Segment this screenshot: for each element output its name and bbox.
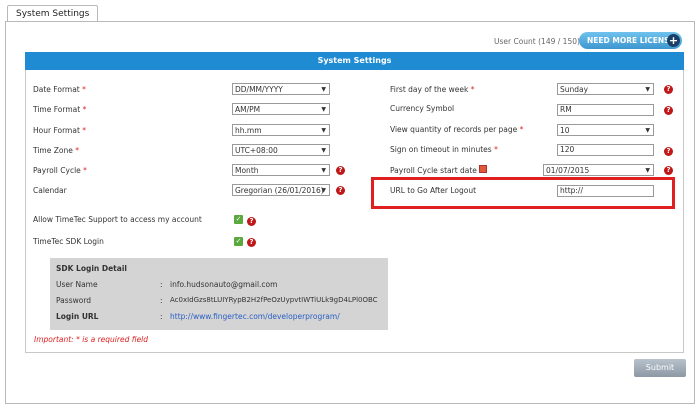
time-format-label: Time Format * xyxy=(33,105,87,114)
sdk-login-label: TimeTec SDK Login xyxy=(33,237,104,246)
currency-symbol-input[interactable]: RM xyxy=(557,104,654,116)
support-access-checkbox[interactable]: ✓ xyxy=(234,215,243,224)
hour-format-select[interactable]: hh.mm ▼ xyxy=(232,124,330,136)
tab-system-settings[interactable]: System Settings xyxy=(7,5,99,22)
chevron-down-icon: ▼ xyxy=(645,127,650,134)
chevron-down-icon: ▼ xyxy=(321,106,326,113)
help-icon[interactable]: ? xyxy=(247,217,256,226)
calendar-icon xyxy=(479,165,487,173)
help-icon[interactable]: ? xyxy=(664,85,673,94)
chevron-down-icon: ▼ xyxy=(321,147,326,154)
colon: : xyxy=(160,312,163,321)
payroll-cycle-label: Payroll Cycle * xyxy=(33,166,87,175)
colon: : xyxy=(160,280,163,289)
chevron-down-icon: ▼ xyxy=(645,86,650,93)
submit-button[interactable]: Submit xyxy=(634,359,686,377)
user-count: User Count (149 / 150) xyxy=(494,37,580,46)
panel-header: System Settings xyxy=(25,52,684,70)
records-per-page-label: View quantity of records per page * xyxy=(390,125,524,134)
timeout-label: Sign on timeout in minutes * xyxy=(390,145,498,154)
help-icon[interactable]: ? xyxy=(664,106,673,115)
sdk-url-link[interactable]: http://www.fingertec.com/developerprogra… xyxy=(170,312,340,321)
payroll-start-date-picker[interactable]: 01/07/2015 ▼ xyxy=(543,164,654,176)
sdk-url-label: Login URL xyxy=(56,312,99,321)
sdk-detail-title: SDK Login Detail xyxy=(56,264,127,273)
support-access-label: Allow TimeTec Support to access my accou… xyxy=(33,215,202,224)
sdk-username-label: User Name xyxy=(56,280,98,289)
chevron-down-icon: ▼ xyxy=(321,167,326,174)
records-per-page-select[interactable]: 10 ▼ xyxy=(557,124,654,136)
chevron-down-icon: ▼ xyxy=(645,167,650,174)
chevron-down-icon: ▼ xyxy=(321,127,326,134)
first-day-select[interactable]: Sunday ▼ xyxy=(557,83,654,95)
license-button-label: NEED MORE LICENSE? xyxy=(587,36,680,45)
required-note: Important: * is a required field xyxy=(34,335,149,344)
highlight-box xyxy=(371,177,675,209)
calendar-select[interactable]: Gregorian (26/01/2016) ▼ xyxy=(232,184,330,196)
sdk-username-value: info.hudsonauto@gmail.com xyxy=(170,280,278,289)
need-more-license-button[interactable]: NEED MORE LICENSE? + xyxy=(579,32,682,49)
help-icon[interactable]: ? xyxy=(664,166,673,175)
hour-format-label: Hour Format * xyxy=(33,126,87,135)
currency-symbol-label: Currency Symbol xyxy=(390,104,455,113)
sdk-login-checkbox[interactable]: ✓ xyxy=(234,237,243,246)
sdk-password-value: Ac0xIdGzs8tLUIYRypB2H2fPeOzUypvtIWTiULk9… xyxy=(170,296,378,304)
timeout-input[interactable]: 120 xyxy=(557,144,654,156)
date-format-label: Date Format * xyxy=(33,85,86,94)
help-icon[interactable]: ? xyxy=(336,166,345,175)
calendar-label: Calendar xyxy=(33,186,67,195)
help-icon[interactable]: ? xyxy=(247,238,256,247)
plus-icon: + xyxy=(667,34,680,47)
date-format-select[interactable]: DD/MM/YYYY ▼ xyxy=(232,83,330,95)
chevron-down-icon: ▼ xyxy=(321,86,326,93)
time-format-select[interactable]: AM/PM ▼ xyxy=(232,103,330,115)
sdk-password-label: Password xyxy=(56,296,92,305)
time-zone-select[interactable]: UTC+08:00 ▼ xyxy=(232,144,330,156)
time-zone-label: Time Zone * xyxy=(33,146,79,155)
payroll-cycle-select[interactable]: Month ▼ xyxy=(232,164,330,176)
colon: : xyxy=(160,296,163,305)
sdk-detail-box: SDK Login Detail User Name : info.hudson… xyxy=(50,258,388,330)
payroll-start-label: Payroll Cycle start date xyxy=(390,166,477,175)
chevron-down-icon: ▼ xyxy=(321,187,326,194)
first-day-label: First day of the week * xyxy=(390,85,475,94)
help-icon[interactable]: ? xyxy=(664,147,673,156)
tab-bar: System Settings xyxy=(0,0,700,22)
help-icon[interactable]: ? xyxy=(336,186,345,195)
